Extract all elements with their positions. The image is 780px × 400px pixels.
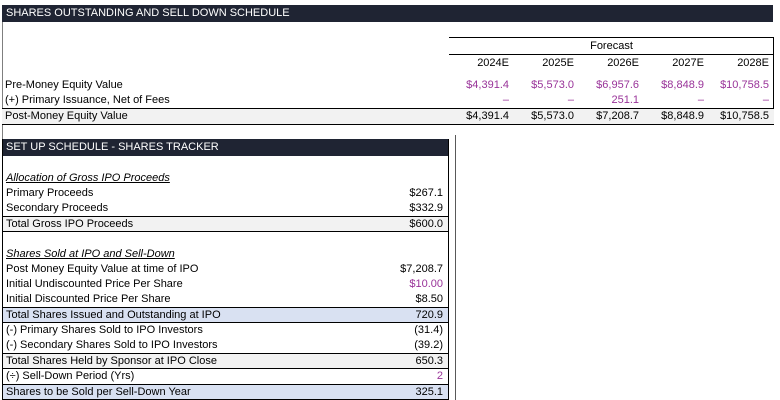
cell-value[interactable]: $8,848.9 <box>644 78 709 93</box>
cell-value[interactable]: $8.50 <box>368 292 448 307</box>
year-header-2026e[interactable]: 2026E <box>579 55 644 71</box>
cell-value[interactable]: (31.4) <box>368 323 448 338</box>
blank-row <box>3 232 448 247</box>
cell-value[interactable]: $8,848.9 <box>644 109 709 124</box>
cell-value[interactable]: $10.00 <box>368 277 448 292</box>
year-header-2024e[interactable]: 2024E <box>449 55 514 71</box>
table-row-post-money-total: Post-Money Equity Value $4,391.4 $5,573.… <box>2 108 774 125</box>
row-label[interactable]: Total Gross IPO Proceeds <box>3 217 368 231</box>
row-label[interactable]: Total Shares Held by Sponsor at IPO Clos… <box>3 354 368 368</box>
forecast-header: Forecast <box>449 37 774 55</box>
spreadsheet: SHARES OUTSTANDING AND SELL DOWN SCHEDUL… <box>0 0 780 400</box>
row-label[interactable]: Initial Discounted Price Per Share <box>3 292 368 307</box>
column-gridline <box>455 135 456 400</box>
cell-value[interactable]: 325.1 <box>368 385 448 399</box>
cell-value[interactable]: $5,573.0 <box>514 78 579 93</box>
row-primary-proceeds: Primary Proceeds $267.1 <box>3 186 448 201</box>
cell-value[interactable]: $4,391.4 <box>449 109 514 124</box>
row-label[interactable]: (+) Primary Issuance, Net of Fees <box>2 93 449 108</box>
row-label[interactable]: Primary Proceeds <box>3 186 368 201</box>
row-secondary-proceeds: Secondary Proceeds $332.9 <box>3 201 448 216</box>
row-total-shares-at-ipo: Total Shares Issued and Outstanding at I… <box>3 307 448 323</box>
table-row-primary-issuance: (+) Primary Issuance, Net of Fees – – 25… <box>2 93 774 108</box>
cell-value[interactable]: $332.9 <box>368 201 448 216</box>
cell-value[interactable]: $6,957.6 <box>579 78 644 93</box>
cell-value[interactable]: $10,758.5 <box>709 109 774 124</box>
row-discounted-price: Initial Discounted Price Per Share $8.50 <box>3 292 448 307</box>
cell-value[interactable]: – <box>644 93 709 108</box>
year-header-2027e[interactable]: 2027E <box>644 55 709 71</box>
cell-value[interactable]: $5,573.0 <box>514 109 579 124</box>
section-title-shares-outstanding: SHARES OUTSTANDING AND SELL DOWN SCHEDUL… <box>2 5 773 22</box>
cell-value[interactable]: 251.1 <box>579 93 644 108</box>
cell-value[interactable]: $600.0 <box>368 217 448 231</box>
row-label[interactable]: Pre-Money Equity Value <box>2 78 449 93</box>
shares-tracker-box: SET UP SCHEDULE - SHARES TRACKER Allocat… <box>2 139 449 400</box>
year-header-2025e[interactable]: 2025E <box>514 55 579 71</box>
row-label[interactable]: (÷) Sell-Down Period (Yrs) <box>3 369 368 384</box>
year-header-2028e[interactable]: 2028E <box>709 55 774 71</box>
row-label[interactable]: Shares to be Sold per Sell-Down Year <box>3 385 368 399</box>
row-shares-sold-per-year: Shares to be Sold per Sell-Down Year 325… <box>3 384 448 400</box>
cell-value[interactable]: 650.3 <box>368 354 448 368</box>
heading-shares-sold-at-ipo: Shares Sold at IPO and Sell-Down <box>6 248 175 260</box>
cell-value[interactable]: 720.9 <box>368 308 448 322</box>
table-row-pre-money: Pre-Money Equity Value $4,391.4 $5,573.0… <box>2 78 774 93</box>
row-secondary-shares-sold: (-) Secondary Shares Sold to IPO Investo… <box>3 338 448 353</box>
cell-value[interactable]: $7,208.7 <box>579 109 644 124</box>
row-label[interactable]: Post Money Equity Value at time of IPO <box>3 262 368 277</box>
row-total-shares-held-by-sponsor: Total Shares Held by Sponsor at IPO Clos… <box>3 353 448 369</box>
row-total-gross-ipo-proceeds: Total Gross IPO Proceeds $600.0 <box>3 216 448 232</box>
cell-value[interactable]: $10,758.5 <box>709 78 774 93</box>
equity-value-table: Forecast 2024E 2025E 2026E 2027E 2028E P… <box>2 37 774 125</box>
cell-value[interactable]: $267.1 <box>368 186 448 201</box>
row-sell-down-period: (÷) Sell-Down Period (Yrs) 2 <box>3 369 448 384</box>
cell-value[interactable]: – <box>514 93 579 108</box>
row-primary-shares-sold: (-) Primary Shares Sold to IPO Investors… <box>3 323 448 338</box>
heading-allocation-gross-ipo-proceeds: Allocation of Gross IPO Proceeds <box>6 172 170 184</box>
row-label[interactable]: Post-Money Equity Value <box>2 109 449 124</box>
row-label[interactable]: (-) Primary Shares Sold to IPO Investors <box>3 323 368 338</box>
cell-value[interactable]: – <box>449 93 514 108</box>
cell-value[interactable]: $7,208.7 <box>368 262 448 277</box>
row-post-money-at-ipo: Post Money Equity Value at time of IPO $… <box>3 262 448 277</box>
cell-value[interactable]: – <box>709 93 774 108</box>
row-label[interactable]: Initial Undiscounted Price Per Share <box>3 277 368 292</box>
blank-row <box>3 156 448 171</box>
row-undiscounted-price: Initial Undiscounted Price Per Share $10… <box>3 277 448 292</box>
row-label[interactable]: Total Shares Issued and Outstanding at I… <box>3 308 368 322</box>
cell-value[interactable]: (39.2) <box>368 338 448 353</box>
section-title-shares-tracker: SET UP SCHEDULE - SHARES TRACKER <box>3 139 448 156</box>
cell-value[interactable]: $4,391.4 <box>449 78 514 93</box>
row-label[interactable]: (-) Secondary Shares Sold to IPO Investo… <box>3 338 368 353</box>
row-label[interactable]: Secondary Proceeds <box>3 201 368 216</box>
years-header-row: 2024E 2025E 2026E 2027E 2028E <box>449 55 774 71</box>
cell-value[interactable]: 2 <box>368 369 448 384</box>
